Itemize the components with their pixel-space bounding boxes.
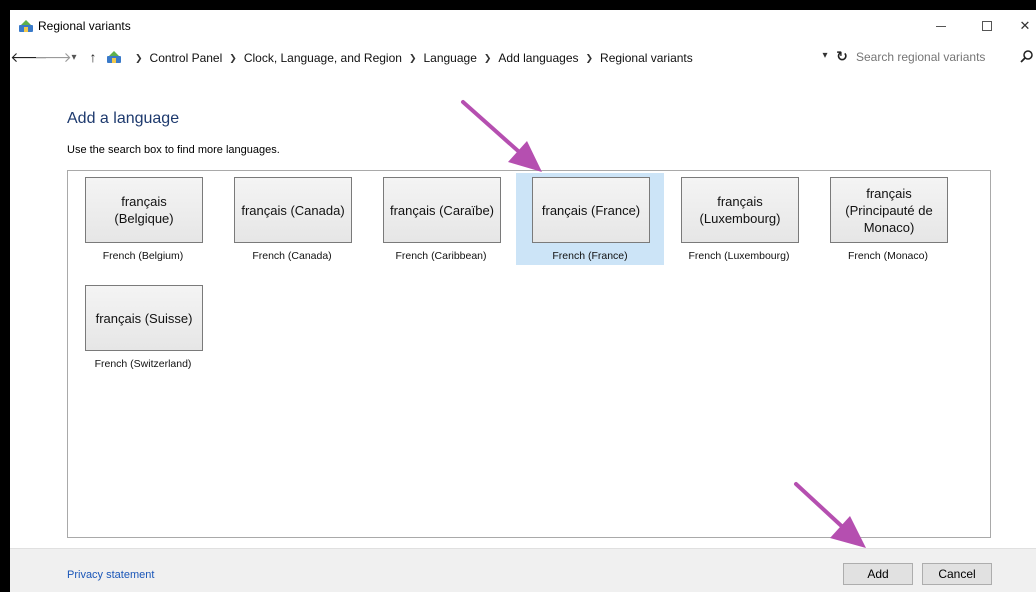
address-dropdown-button[interactable]: ▾ xyxy=(818,50,832,61)
language-tile-canada[interactable]: français (Canada) French (Canada) xyxy=(218,173,366,265)
language-tile-label: French (Canada) xyxy=(252,250,332,262)
language-tile-monaco[interactable]: français (Principauté de Monaco) French … xyxy=(814,173,962,265)
arrow-to-france-icon xyxy=(461,100,542,172)
language-list: français (Belgique) French (Belgium) fra… xyxy=(67,170,991,538)
title-bar: Regional variants ✕ xyxy=(10,10,1036,42)
language-tile-button[interactable]: français (France) xyxy=(532,177,650,243)
breadcrumb-clock-language-region[interactable]: Clock, Language, and Region xyxy=(244,51,402,65)
forward-button[interactable]: 🡒 xyxy=(34,48,72,66)
language-tile-label: French (Belgium) xyxy=(102,250,184,262)
close-icon: ✕ xyxy=(1019,18,1031,33)
regional-variants-window: Regional variants ✕ 🡐 🡒 ▾ ↑ ❯ Control Pa… xyxy=(10,10,1036,592)
page-subtitle: Use the search box to find more language… xyxy=(67,144,280,156)
language-tile-label: French (France) xyxy=(552,250,628,262)
page-title: Add a language xyxy=(67,110,180,127)
chevron-right-icon: ❯ xyxy=(229,52,237,63)
language-tile-button[interactable]: français (Caraïbe) xyxy=(383,177,501,243)
refresh-button[interactable]: ↻ xyxy=(834,48,850,65)
language-tile-caribbean[interactable]: français (Caraïbe) French (Caribbean) xyxy=(367,173,515,265)
maximize-icon xyxy=(982,21,992,31)
control-panel-icon xyxy=(19,20,33,32)
language-tile-label: French (Luxembourg) xyxy=(688,250,790,262)
breadcrumb-regional-variants[interactable]: Regional variants xyxy=(600,51,693,65)
language-tile-button[interactable]: français (Canada) xyxy=(234,177,352,243)
chevron-right-icon: ❯ xyxy=(135,52,143,63)
language-tile-button[interactable]: français (Luxembourg) xyxy=(681,177,799,243)
search-icon[interactable] xyxy=(1020,49,1034,63)
language-tile-luxembourg[interactable]: français (Luxembourg) French (Luxembourg… xyxy=(665,173,813,265)
language-tile-label: French (Caribbean) xyxy=(395,250,487,262)
minimize-button[interactable] xyxy=(918,10,964,42)
language-tile-button[interactable]: français (Principauté de Monaco) xyxy=(830,177,948,243)
breadcrumb-language[interactable]: Language xyxy=(423,51,476,65)
language-tile-button[interactable]: français (Suisse) xyxy=(85,285,203,351)
add-button[interactable]: Add xyxy=(843,563,913,585)
language-tile-label: French (Monaco) xyxy=(848,250,928,262)
footer-bar: Privacy statement Add Cancel xyxy=(10,548,1036,592)
language-tile-belgium[interactable]: français (Belgique) French (Belgium) xyxy=(69,173,217,265)
window-title: Regional variants xyxy=(38,19,131,33)
search-input[interactable] xyxy=(856,47,1036,67)
breadcrumb-control-panel[interactable]: Control Panel xyxy=(150,51,223,65)
privacy-statement-link[interactable]: Privacy statement xyxy=(67,569,154,581)
up-button[interactable]: ↑ xyxy=(86,48,100,66)
close-button[interactable]: ✕ xyxy=(1010,10,1036,42)
breadcrumb-add-languages[interactable]: Add languages xyxy=(498,51,578,65)
language-tile-label: French (Switzerland) xyxy=(94,358,192,370)
chevron-right-icon: ❯ xyxy=(408,52,417,63)
chevron-right-icon: ❯ xyxy=(483,52,492,63)
maximize-button[interactable] xyxy=(964,10,1010,42)
chevron-right-icon: ❯ xyxy=(585,52,594,63)
breadcrumb: ❯ Control Panel ❯ Clock, Language, and R… xyxy=(128,51,693,65)
cancel-button[interactable]: Cancel xyxy=(922,563,992,585)
language-tile-switzerland[interactable]: français (Suisse) French (Switzerland) xyxy=(69,281,217,373)
minimize-icon xyxy=(936,25,946,27)
recent-locations-button[interactable]: ▾ xyxy=(68,48,80,66)
control-panel-icon xyxy=(107,51,121,63)
address-bar: 🡐 🡒 ▾ ↑ ❯ Control Panel ❯ Clock, Languag… xyxy=(10,42,1036,72)
language-tile-france[interactable]: français (France) French (France) xyxy=(516,173,664,265)
language-tile-button[interactable]: français (Belgique) xyxy=(85,177,203,243)
